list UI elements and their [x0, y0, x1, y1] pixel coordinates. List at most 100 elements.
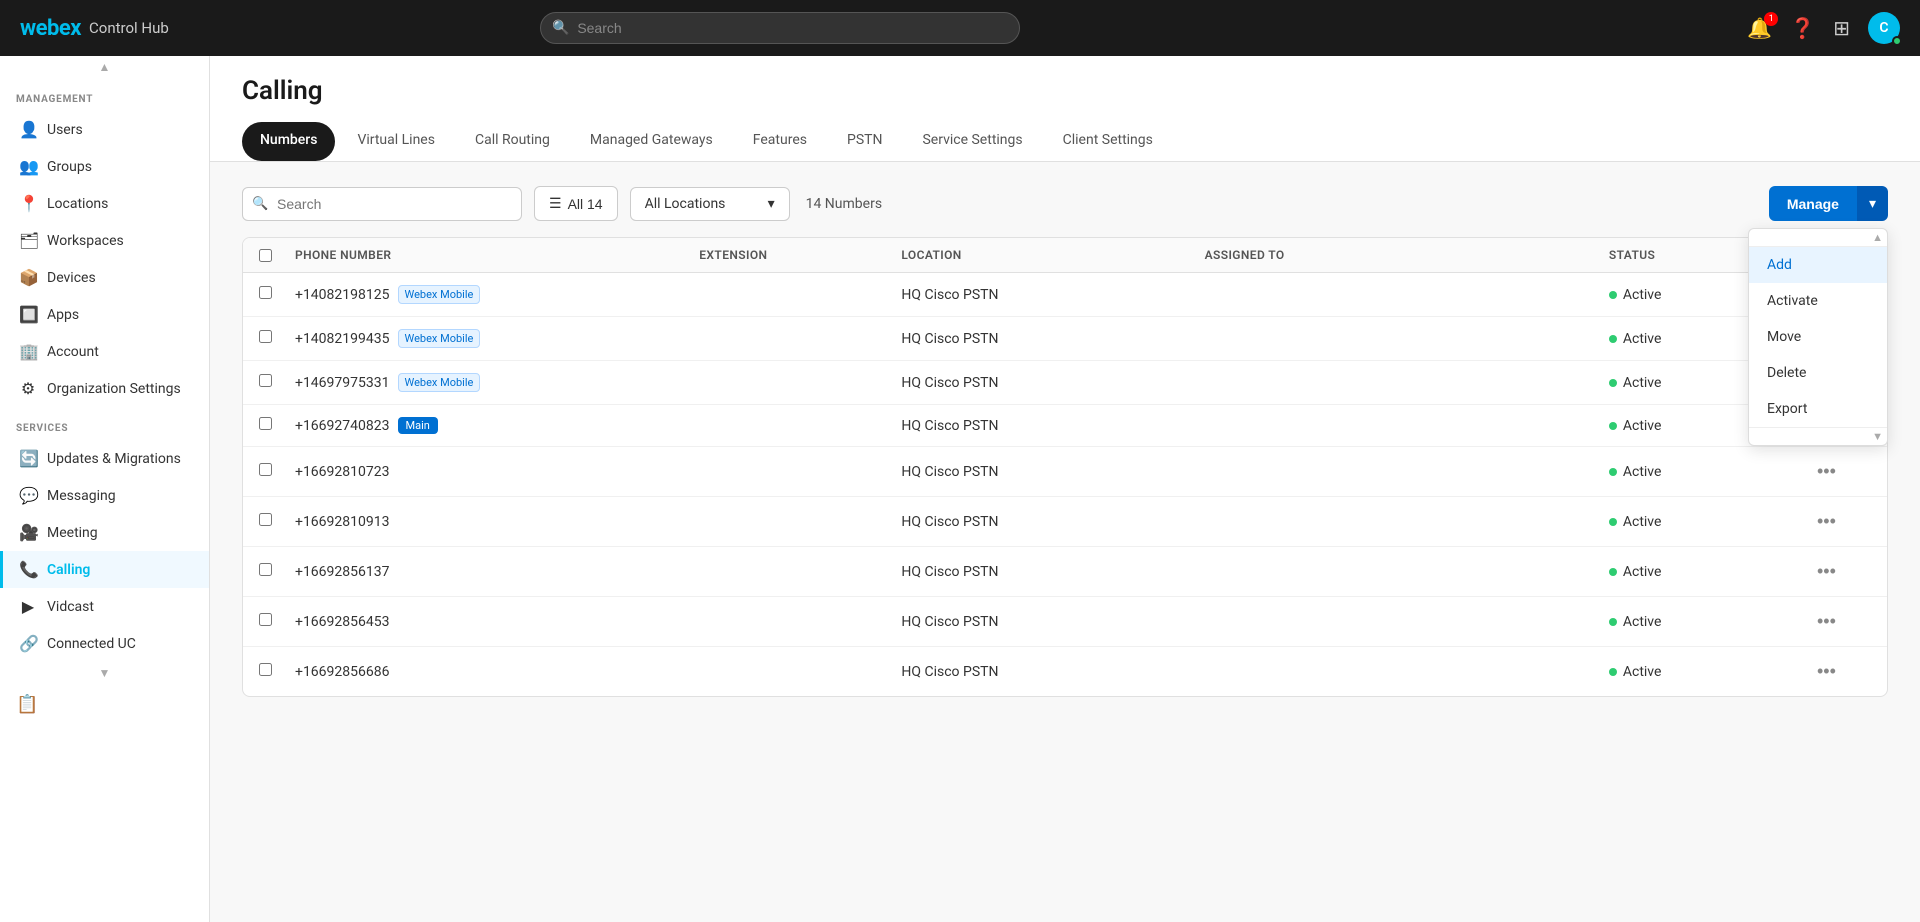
- row-more-button[interactable]: •••: [1811, 659, 1842, 684]
- row-checkbox[interactable]: [259, 374, 272, 387]
- location-select[interactable]: All Locations ▾: [630, 187, 790, 221]
- sidebar-scroll-down: ▼: [0, 662, 209, 684]
- numbers-table: Phone Number Extension Location Assigned…: [242, 237, 1888, 697]
- table-row: +16692856686 HQ Cisco PSTN Active •••: [243, 647, 1887, 696]
- dropdown-item-add[interactable]: Add: [1749, 247, 1887, 283]
- status-text: Active: [1623, 331, 1662, 347]
- tab-virtual-lines[interactable]: Virtual Lines: [339, 122, 453, 161]
- status-dot: [1609, 518, 1617, 526]
- phone-number-cell: +16692856137: [295, 564, 699, 580]
- sidebar-item-org-settings[interactable]: ⚙ Organization Settings: [0, 370, 209, 407]
- sidebar-item-account[interactable]: 🏢 Account: [0, 333, 209, 370]
- row-more-button[interactable]: •••: [1811, 509, 1842, 534]
- status-text: Active: [1623, 464, 1662, 480]
- location-cell: HQ Cisco PSTN: [901, 375, 1204, 391]
- manage-button-wrap: Manage ▾ ▲ Add Activate Move Delete Expo…: [1769, 186, 1888, 221]
- actions-cell: •••: [1811, 559, 1871, 584]
- actions-cell: •••: [1811, 459, 1871, 484]
- apps-button[interactable]: ⊞: [1833, 16, 1850, 40]
- manage-button[interactable]: Manage: [1769, 186, 1857, 221]
- apps-grid-icon: ⊞: [1833, 16, 1850, 40]
- tab-pstn[interactable]: PSTN: [829, 122, 901, 161]
- dropdown-item-delete[interactable]: Delete: [1749, 355, 1887, 391]
- tab-call-routing[interactable]: Call Routing: [457, 122, 568, 161]
- phone-number: +16692856453: [295, 614, 390, 630]
- status-text: Active: [1623, 375, 1662, 391]
- status-dot: [1609, 291, 1617, 299]
- table-row: +16692856453 HQ Cisco PSTN Active •••: [243, 597, 1887, 647]
- row-checkbox-cell: [259, 613, 295, 630]
- dropdown-item-export[interactable]: Export: [1749, 391, 1887, 427]
- location-chevron-icon: ▾: [768, 196, 775, 212]
- sidebar-bottom-icon-area: 📋: [0, 684, 209, 724]
- sidebar-item-messaging[interactable]: 💬 Messaging: [0, 477, 209, 514]
- global-search-input[interactable]: [540, 12, 1020, 44]
- help-button[interactable]: ❓: [1790, 16, 1815, 40]
- numbers-count: 14 Numbers: [806, 196, 882, 212]
- manage-dropdown-toggle[interactable]: ▾: [1857, 186, 1888, 221]
- status-text: Active: [1623, 614, 1662, 630]
- sidebar-item-apps[interactable]: 🔲 Apps: [0, 296, 209, 333]
- sidebar-scroll-up: ▲: [0, 56, 209, 78]
- sidebar-item-connected-uc[interactable]: 🔗 Connected UC: [0, 625, 209, 662]
- sidebar-item-vidcast[interactable]: ▶ Vidcast: [0, 588, 209, 625]
- phone-number-cell: +16692810723: [295, 464, 699, 480]
- status-dot: [1609, 379, 1617, 387]
- status-cell: Active: [1609, 514, 1811, 530]
- row-checkbox[interactable]: [259, 663, 272, 676]
- sidebar-item-devices[interactable]: 📦 Devices: [0, 259, 209, 296]
- global-search-bar[interactable]: 🔍: [540, 12, 1020, 44]
- tab-client-settings[interactable]: Client Settings: [1045, 122, 1171, 161]
- sidebar-label-messaging: Messaging: [47, 488, 116, 504]
- row-checkbox[interactable]: [259, 463, 272, 476]
- row-checkbox[interactable]: [259, 563, 272, 576]
- actions-cell: •••: [1811, 659, 1871, 684]
- sidebar-item-calling[interactable]: 📞 Calling: [0, 551, 209, 588]
- sidebar-item-groups[interactable]: 👥 Groups: [0, 148, 209, 185]
- phone-number: +16692810913: [295, 514, 390, 530]
- row-checkbox[interactable]: [259, 613, 272, 626]
- dropdown-item-move[interactable]: Move: [1749, 319, 1887, 355]
- phone-number: +16692740823: [295, 418, 390, 434]
- sidebar-item-meeting[interactable]: 🎥 Meeting: [0, 514, 209, 551]
- row-checkbox-cell: [259, 374, 295, 391]
- select-all-checkbox[interactable]: [259, 249, 272, 262]
- tab-numbers[interactable]: Numbers: [242, 122, 335, 161]
- tab-service-settings[interactable]: Service Settings: [904, 122, 1040, 161]
- tag-webex-mobile: Webex Mobile: [398, 329, 481, 348]
- main-content: Calling Numbers Virtual Lines Call Routi…: [210, 56, 1920, 922]
- tab-managed-gateways[interactable]: Managed Gateways: [572, 122, 731, 161]
- row-checkbox[interactable]: [259, 417, 272, 430]
- dropdown-item-activate[interactable]: Activate: [1749, 283, 1887, 319]
- tab-features[interactable]: Features: [735, 122, 825, 161]
- location-cell: HQ Cisco PSTN: [901, 287, 1204, 303]
- sidebar-item-users[interactable]: 👤 Users: [0, 111, 209, 148]
- status-dot: [1609, 335, 1617, 343]
- table-row: +16692810723 HQ Cisco PSTN Active •••: [243, 447, 1887, 497]
- row-more-button[interactable]: •••: [1811, 609, 1842, 634]
- row-checkbox[interactable]: [259, 286, 272, 299]
- notification-bell-button[interactable]: 🔔 1: [1747, 16, 1772, 40]
- table-header: Phone Number Extension Location Assigned…: [243, 238, 1887, 273]
- row-checkbox[interactable]: [259, 513, 272, 526]
- vidcast-icon: ▶: [19, 597, 37, 616]
- table-row: +14082199435 Webex Mobile HQ Cisco PSTN …: [243, 317, 1887, 361]
- help-icon: ❓: [1790, 16, 1815, 40]
- row-checkbox-cell: [259, 513, 295, 530]
- dropdown-scroll-down-arrow: ▼: [1872, 430, 1883, 443]
- account-icon: 🏢: [19, 342, 37, 361]
- sidebar-item-locations[interactable]: 📍 Locations: [0, 185, 209, 222]
- location-cell: HQ Cisco PSTN: [901, 564, 1204, 580]
- table-search-input[interactable]: [242, 187, 522, 221]
- row-more-button[interactable]: •••: [1811, 459, 1842, 484]
- calling-icon: 📞: [19, 560, 37, 579]
- phone-number: +14697975331: [295, 375, 390, 391]
- filter-button[interactable]: ☰ All 14: [534, 186, 618, 221]
- phone-number-cell: +14082198125 Webex Mobile: [295, 285, 699, 304]
- row-checkbox[interactable]: [259, 330, 272, 343]
- sidebar-item-workspaces[interactable]: 🗂 Workspaces: [0, 222, 209, 259]
- sidebar-label-apps: Apps: [47, 307, 79, 323]
- sidebar-item-updates[interactable]: 🔄 Updates & Migrations: [0, 440, 209, 477]
- filter-icon: ☰: [549, 195, 562, 212]
- row-more-button[interactable]: •••: [1811, 559, 1842, 584]
